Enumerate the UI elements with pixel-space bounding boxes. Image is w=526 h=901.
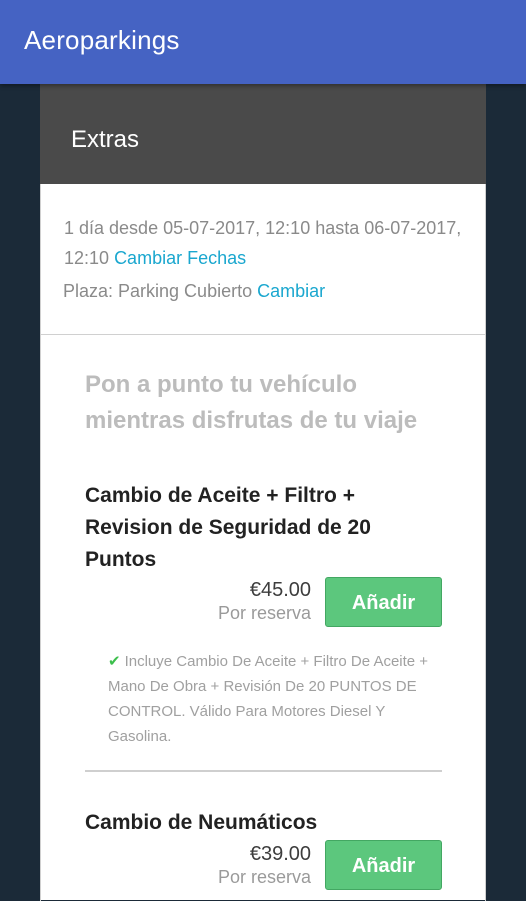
service-description: ✔ Incluye Cambio De Aceite + Filtro De Ac… <box>108 649 430 749</box>
add-service-button[interactable]: Añadir <box>325 577 442 627</box>
plaza-text: Plaza: Parking Cubierto <box>63 281 253 301</box>
service-price: €39.00 <box>249 843 311 865</box>
extras-title: Extras <box>71 126 140 153</box>
app-title: Aeroparkings <box>24 25 180 55</box>
change-dates-link[interactable]: Cambiar Fechas <box>114 248 246 268</box>
promo-title: Pon a punto tu vehículo mientras disfrut… <box>85 371 418 434</box>
check-icon: ✔ <box>108 653 121 670</box>
booking-dates: 1 día desde 05-07-2017, 12:10 hasta 06-0… <box>64 213 469 273</box>
service-price-unit: Por reserva <box>217 603 311 623</box>
booking-summary: 1 día desde 05-07-2017, 12:10 hasta 06-0… <box>40 184 486 335</box>
right-margin <box>486 84 526 900</box>
service-name: Cambio de Aceite + Filtro + Revision de … <box>85 484 371 571</box>
add-service-button[interactable]: Añadir <box>325 840 442 890</box>
service-description-text: Incluye Cambio De Aceite + Filtro De Ace… <box>108 653 429 745</box>
change-plaza-link[interactable]: Cambiar <box>257 281 325 301</box>
extras-panel: Extras 1 día desde 05-07-2017, 12:10 has… <box>40 84 486 901</box>
booking-plaza: Plaza: Parking Cubierto Cambiar <box>63 281 325 302</box>
service-name: Cambio de Neumáticos <box>85 811 318 834</box>
service-price-unit: Por reserva <box>217 867 311 887</box>
service-price: €45.00 <box>249 579 311 601</box>
left-margin <box>0 84 40 900</box>
services-list: Pon a punto tu vehículo mientras disfrut… <box>40 335 486 901</box>
app-bar: Aeroparkings <box>0 0 526 84</box>
extras-header: Extras <box>40 84 486 184</box>
service-divider <box>85 770 442 772</box>
